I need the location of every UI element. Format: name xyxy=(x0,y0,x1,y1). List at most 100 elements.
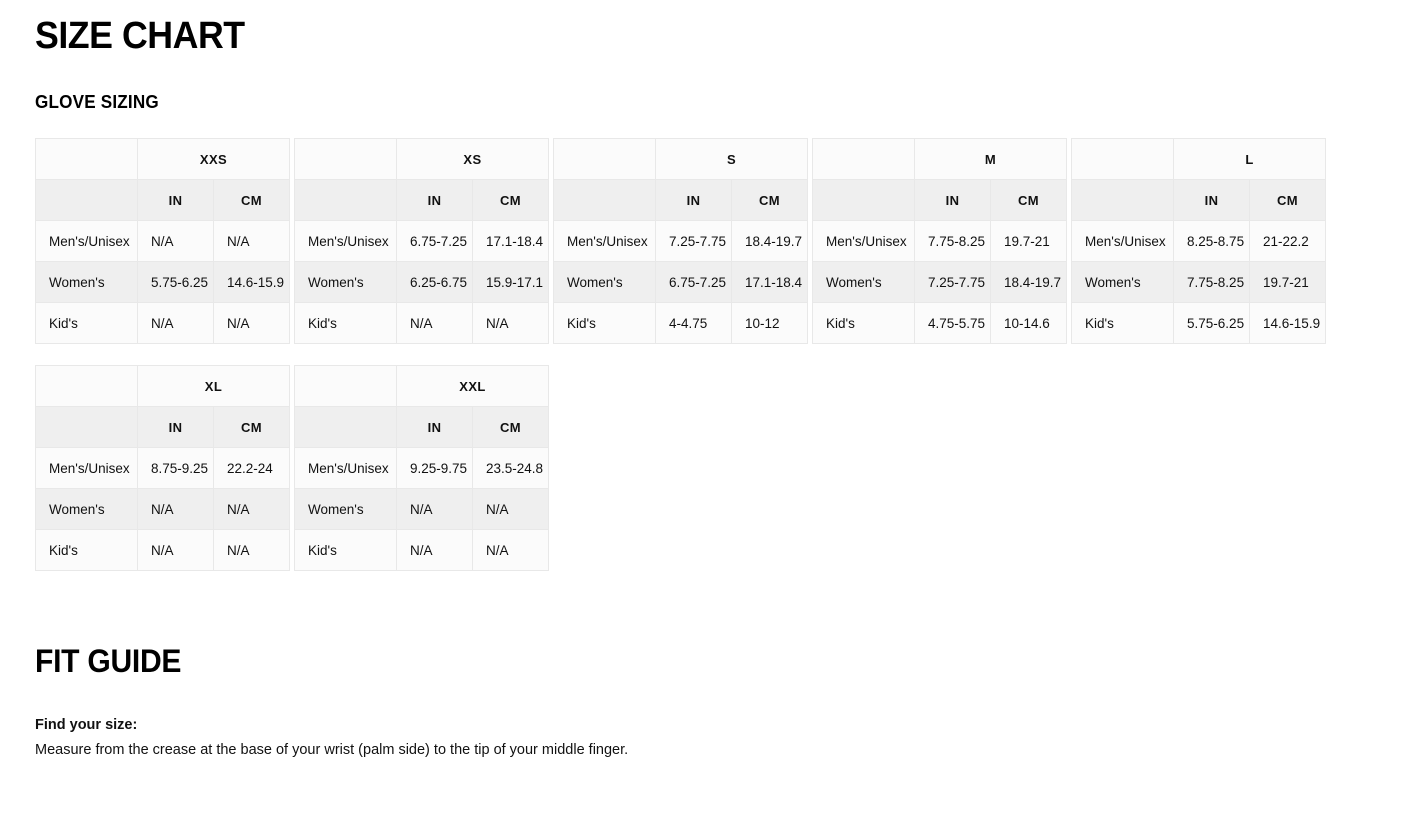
table-row: Men's/Unisex 7.25-7.75 18.4-19.7 xyxy=(553,220,809,262)
table-row: Kid's N/A N/A xyxy=(294,302,549,344)
row-label: Men's/Unisex xyxy=(35,447,138,489)
cell-measurement-cm: 18.4-19.7 xyxy=(730,220,809,262)
row-label: Women's xyxy=(35,488,138,530)
size-table-xl: XL IN CM Men's/Unisex 8.75-9.25 22.2-24 Women'… xyxy=(35,365,291,571)
cell-measurement-in: 6.75-7.25 xyxy=(655,261,732,303)
row-label: Men's/Unisex xyxy=(1071,220,1175,262)
cell-measurement-in: 4.75-5.75 xyxy=(914,302,992,344)
table-corner-cell xyxy=(294,138,397,180)
row-label: Women's xyxy=(1071,261,1175,303)
row-label: Men's/Unisex xyxy=(812,220,916,262)
column-header-unit-in: IN xyxy=(1173,179,1251,221)
table-row: Men's/Unisex 9.25-9.75 23.5-24.8 xyxy=(294,447,550,489)
table-corner-cell xyxy=(294,365,398,407)
size-table-l: L IN CM Men's/Unisex 8.25-8.75 21-22.2 Women's… xyxy=(1071,138,1327,344)
column-header-unit-in: IN xyxy=(137,406,214,448)
size-label: XXL xyxy=(396,365,550,407)
fit-guide-description: Measure from the crease at the base of y… xyxy=(35,742,629,758)
table-row: Men's/Unisex 8.25-8.75 21-22.2 xyxy=(1071,220,1327,262)
cell-measurement-in: 9.25-9.75 xyxy=(396,447,474,489)
size-label: XXS xyxy=(137,138,290,180)
row-label: Women's xyxy=(294,488,398,530)
cell-measurement-in: N/A xyxy=(396,488,474,530)
cell-measurement-in: 7.25-7.75 xyxy=(655,220,732,262)
cell-measurement-cm: N/A xyxy=(472,302,549,344)
cell-measurement-in: 4-4.75 xyxy=(655,302,732,344)
size-table-xs: XS IN CM Men's/Unisex 6.75-7.25 17.1-18.4 Wome… xyxy=(294,138,549,344)
column-header-unit-in: IN xyxy=(396,406,474,448)
size-header-row: XS xyxy=(294,138,549,180)
size-tables-row-secondary: XL IN CM Men's/Unisex 8.75-9.25 22.2-24 Women'… xyxy=(35,365,1411,571)
table-row: Women's N/A N/A xyxy=(294,488,550,530)
table-row: Men's/Unisex 8.75-9.25 22.2-24 xyxy=(35,447,291,489)
cell-measurement-cm: 15.9-17.1 xyxy=(472,261,549,303)
cell-measurement-cm: N/A xyxy=(213,220,290,262)
cell-measurement-cm: N/A xyxy=(472,488,550,530)
cell-measurement-cm: 17.1-18.4 xyxy=(730,261,809,303)
table-row: Men's/Unisex 6.75-7.25 17.1-18.4 xyxy=(294,220,549,262)
table-row: Men's/Unisex N/A N/A xyxy=(35,220,290,262)
size-table-m: M IN CM Men's/Unisex 7.75-8.25 19.7-21 Women's… xyxy=(812,138,1068,344)
cell-measurement-cm: N/A xyxy=(213,302,290,344)
table-row: Men's/Unisex 7.75-8.25 19.7-21 xyxy=(812,220,1068,262)
column-header-unit-in: IN xyxy=(137,179,214,221)
table-corner-cell xyxy=(35,406,138,448)
table-row: Women's 5.75-6.25 14.6-15.9 xyxy=(35,261,290,303)
cell-measurement-in: 6.25-6.75 xyxy=(396,261,473,303)
row-label: Kid's xyxy=(294,529,398,571)
table-row: Women's 7.25-7.75 18.4-19.7 xyxy=(812,261,1068,303)
row-label: Kid's xyxy=(1071,302,1175,344)
fit-guide-heading: FIT GUIDE xyxy=(35,643,182,679)
unit-header-row: IN CM xyxy=(35,179,290,221)
table-row: Women's 7.75-8.25 19.7-21 xyxy=(1071,261,1327,303)
table-corner-cell xyxy=(553,179,656,221)
table-corner-cell xyxy=(553,138,656,180)
cell-measurement-cm: 18.4-19.7 xyxy=(990,261,1068,303)
row-label: Women's xyxy=(553,261,656,303)
table-row: Women's N/A N/A xyxy=(35,488,291,530)
column-header-unit-in: IN xyxy=(914,179,992,221)
cell-measurement-in: 7.25-7.75 xyxy=(914,261,992,303)
column-header-unit-cm: CM xyxy=(213,179,290,221)
size-header-row: S xyxy=(553,138,809,180)
row-label: Kid's xyxy=(553,302,656,344)
row-label: Men's/Unisex xyxy=(553,220,656,262)
table-corner-cell xyxy=(1071,138,1175,180)
size-label: XS xyxy=(396,138,549,180)
size-label: L xyxy=(1173,138,1327,180)
column-header-unit-cm: CM xyxy=(472,179,549,221)
row-label: Men's/Unisex xyxy=(294,220,397,262)
column-header-unit-in: IN xyxy=(396,179,473,221)
table-corner-cell xyxy=(294,406,398,448)
size-table-xxs: XXS IN CM Men's/Unisex N/A N/A Women's 5.75-6.2… xyxy=(35,138,290,344)
unit-header-row: IN CM xyxy=(35,406,291,448)
column-header-unit-cm: CM xyxy=(472,406,550,448)
unit-header-row: IN CM xyxy=(812,179,1068,221)
table-row: Kid's 4-4.75 10-12 xyxy=(553,302,809,344)
fit-guide-body: Find your size: Measure from the crease … xyxy=(35,677,647,763)
cell-measurement-cm: N/A xyxy=(212,529,291,571)
unit-header-row: IN CM xyxy=(294,406,550,448)
cell-measurement-in: 7.75-8.25 xyxy=(914,220,992,262)
cell-measurement-cm: 10-12 xyxy=(730,302,809,344)
table-corner-cell xyxy=(35,365,138,407)
row-label: Kid's xyxy=(812,302,916,344)
row-label: Kid's xyxy=(35,302,138,344)
row-label: Kid's xyxy=(294,302,397,344)
column-header-unit-cm: CM xyxy=(1249,179,1327,221)
cell-measurement-in: 8.75-9.25 xyxy=(137,447,214,489)
table-row: Kid's 5.75-6.25 14.6-15.9 xyxy=(1071,302,1327,344)
table-row: Kid's N/A N/A xyxy=(35,302,290,344)
cell-measurement-cm: 14.6-15.9 xyxy=(1249,302,1327,344)
cell-measurement-in: N/A xyxy=(396,302,473,344)
table-corner-cell xyxy=(35,138,138,180)
cell-measurement-cm: 23.5-24.8 xyxy=(472,447,550,489)
size-tables-row-primary: XXS IN CM Men's/Unisex N/A N/A Women's 5.75-6.2… xyxy=(35,138,1411,344)
size-label: S xyxy=(654,138,809,180)
size-header-row: L xyxy=(1071,138,1327,180)
table-row: Women's 6.75-7.25 17.1-18.4 xyxy=(553,261,809,303)
row-label: Women's xyxy=(294,261,397,303)
cell-measurement-cm: 17.1-18.4 xyxy=(472,220,549,262)
cell-measurement-in: N/A xyxy=(137,529,214,571)
cell-measurement-in: N/A xyxy=(137,302,214,344)
